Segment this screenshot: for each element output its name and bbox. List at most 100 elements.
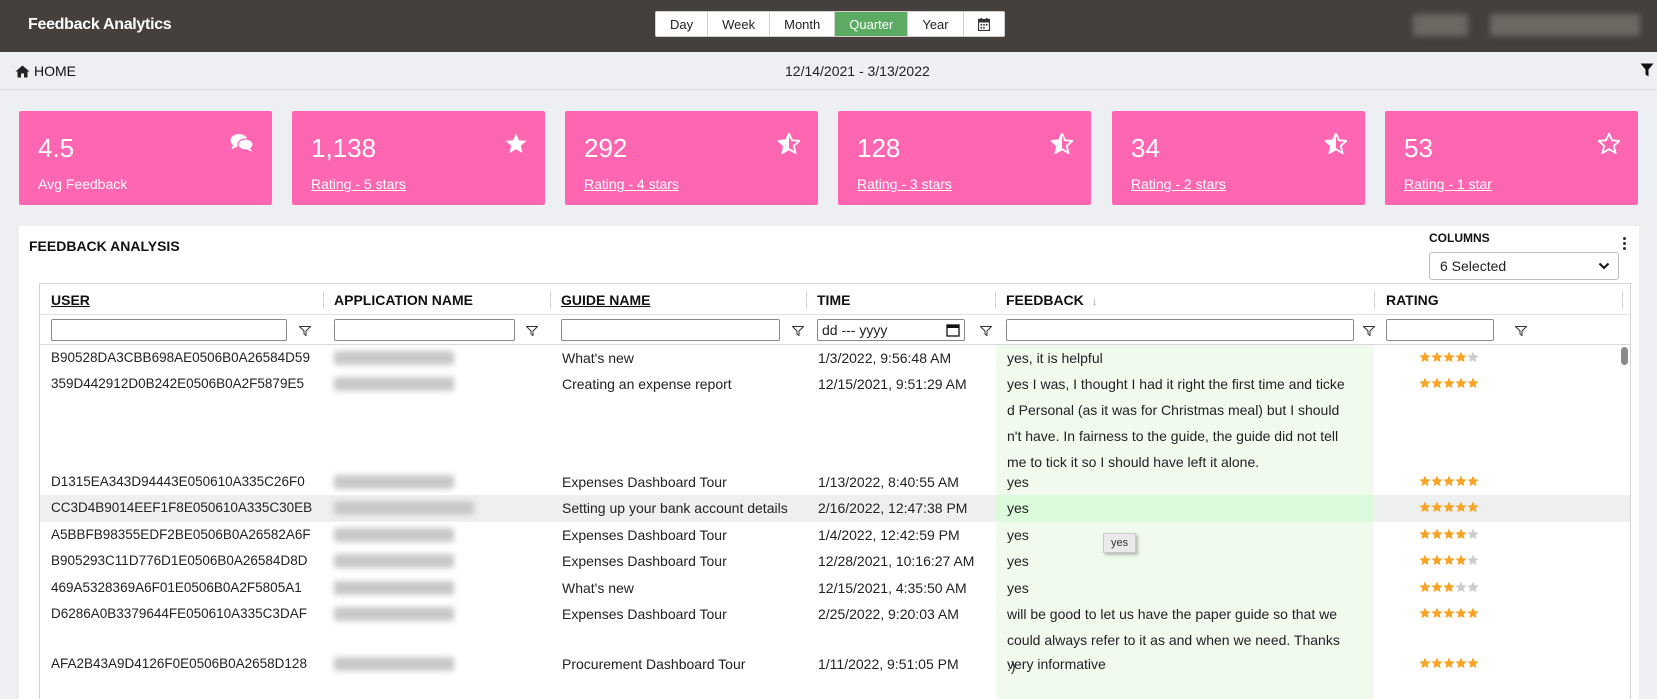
- user-name[interactable]: [1490, 14, 1640, 36]
- user-cell: D1315EA343D94443E050610A335C26F0: [51, 474, 305, 489]
- star-filled-icon: [1443, 554, 1455, 566]
- time-filter-input[interactable]: dd --- yyyy: [817, 319, 965, 341]
- tooltip: yes: [1103, 533, 1137, 553]
- home-icon: [15, 65, 30, 77]
- comments-icon: [230, 133, 254, 156]
- header-user[interactable]: USER: [51, 292, 90, 308]
- star-filled-icon: [1431, 528, 1443, 540]
- star-full-icon: [505, 133, 527, 157]
- feedback-filter-button[interactable]: [1362, 323, 1376, 339]
- header-feedback-label: FEEDBACK: [1006, 292, 1084, 308]
- period-year-button[interactable]: Year: [908, 12, 964, 36]
- table-row[interactable]: CC3D4B9014EEF1F8E050610A335C30EB Setting …: [40, 495, 1630, 522]
- card-link[interactable]: Rating - 3 stars: [857, 176, 952, 192]
- date-range: 12/14/2021 - 3/13/2022: [785, 63, 930, 79]
- user-filter-button[interactable]: [298, 323, 312, 339]
- table-row[interactable]: 469A5328369A6F01E0506B0A2F5805A1 What's n…: [40, 575, 1630, 601]
- application-name-cell: [334, 351, 454, 365]
- time-cell: 1/11/2022, 9:51:05 PM: [818, 656, 959, 672]
- application-filter-input[interactable]: [334, 319, 515, 341]
- user-cell: CC3D4B9014EEF1F8E050610A335C30EB: [51, 500, 313, 515]
- period-quarter-button[interactable]: Quarter: [835, 12, 909, 36]
- user-filter-input[interactable]: [51, 319, 287, 341]
- star-filled-icon: [1443, 607, 1455, 619]
- feedback-cell: yes: [1007, 474, 1029, 490]
- table-row[interactable]: B90528DA3CBB698AE0506B0A26584D59 What's n…: [40, 345, 1630, 371]
- card-rating-2: 34 Rating - 2 stars: [1112, 111, 1365, 205]
- feedback-filter-input[interactable]: [1006, 319, 1354, 341]
- header-guide-name[interactable]: GUIDE NAME: [561, 292, 650, 308]
- star-filled-icon: [1467, 501, 1479, 513]
- sort-desc-icon: ↓: [1091, 294, 1098, 308]
- star-filled-icon: [1431, 377, 1443, 389]
- guide-name-cell: Expenses Dashboard Tour: [562, 527, 727, 543]
- home-link[interactable]: HOME: [15, 63, 76, 79]
- feedback-analysis-panel: FEEDBACK ANALYSIS COLUMNS 6 Selected USE…: [19, 226, 1639, 699]
- columns-select[interactable]: 6 Selected: [1429, 252, 1619, 280]
- card-value: 34: [1131, 133, 1160, 163]
- star-filled-icon: [1467, 607, 1479, 619]
- time-cell: 1/13/2022, 8:40:55 AM: [818, 474, 959, 490]
- star-filled-icon: [1443, 475, 1455, 487]
- rating-cell: [1419, 528, 1479, 540]
- card-value: 53: [1404, 133, 1433, 163]
- chevron-down-icon: [1598, 262, 1610, 270]
- table-row[interactable]: 359D442912D0B242E0506B0A2F5879E5 Creating…: [40, 371, 1630, 470]
- card-link[interactable]: Rating - 2 stars: [1131, 176, 1226, 192]
- filter-icon: [1640, 63, 1654, 77]
- guide-name-cell: Expenses Dashboard Tour: [562, 553, 727, 569]
- card-value: 292: [584, 133, 628, 163]
- table-row[interactable]: A5BBFB98355EDF2BE0506B0A26582A6F Expenses…: [40, 522, 1630, 548]
- filter-icon: [979, 326, 993, 337]
- guide-name-cell: What's new: [562, 350, 634, 366]
- application-name-cell: [334, 377, 454, 391]
- star-filled-icon: [1455, 607, 1467, 619]
- star-filled-icon: [1455, 657, 1467, 669]
- time-cell: 12/15/2021, 9:51:29 AM: [818, 376, 967, 392]
- card-link[interactable]: Rating - 1 star: [1404, 176, 1492, 192]
- more-options-icon[interactable]: [1619, 236, 1629, 254]
- user-cell: AFA2B43A9D4126F0E0506B0A2658D128: [51, 656, 307, 671]
- filter-icon: [525, 326, 539, 337]
- table-row[interactable]: D6286A0B3379644FE050610A335C3DAF Expenses…: [40, 601, 1630, 674]
- star-filled-icon: [1419, 528, 1431, 540]
- rating-filter-input[interactable]: [1386, 319, 1494, 341]
- feedback-cell: very informative: [1007, 656, 1106, 672]
- table-row[interactable]: D1315EA343D94443E050610A335C26F0 Expenses…: [40, 469, 1630, 495]
- period-month-button[interactable]: Month: [770, 12, 836, 36]
- star-filled-icon: [1455, 377, 1467, 389]
- table-row[interactable]: B905293C11D776D1E0506B0A26584D8D Expenses…: [40, 548, 1630, 575]
- user-avatar[interactable]: [1413, 14, 1468, 36]
- application-name-cell: [334, 607, 454, 621]
- time-filter-button[interactable]: [979, 323, 993, 339]
- filter-button[interactable]: [1640, 63, 1654, 80]
- card-rating-5: 1,138 Rating - 5 stars: [292, 111, 545, 205]
- calendar-icon: [977, 17, 990, 31]
- table-header: USER APPLICATION NAME GUIDE NAME TIME FE…: [40, 283, 1630, 315]
- star-half-icon: [776, 131, 802, 157]
- guide-filter-button[interactable]: [791, 323, 805, 339]
- card-link[interactable]: Rating - 4 stars: [584, 176, 679, 192]
- app-title: Feedback Analytics: [28, 16, 172, 33]
- feedback-cell: yes: [1007, 553, 1029, 569]
- application-filter-button[interactable]: [525, 323, 539, 339]
- star-filled-icon: [1455, 351, 1467, 363]
- rating-cell: [1419, 581, 1479, 593]
- period-week-button[interactable]: Week: [708, 12, 771, 36]
- star-filled-icon: [1443, 501, 1455, 513]
- guide-name-cell: What's new: [562, 580, 634, 596]
- rating-filter-button[interactable]: [1514, 323, 1528, 339]
- star-filled-icon: [1443, 657, 1455, 669]
- guide-filter-input[interactable]: [561, 319, 780, 341]
- star-filled-icon: [1455, 528, 1467, 540]
- star-filled-icon: [1455, 554, 1467, 566]
- star-filled-icon: [1419, 607, 1431, 619]
- rating-cell: [1419, 607, 1479, 619]
- card-link[interactable]: Rating - 5 stars: [311, 176, 406, 192]
- calendar-button[interactable]: [963, 12, 1004, 36]
- header-time: TIME: [817, 292, 851, 308]
- table-row[interactable]: AFA2B43A9D4126F0E0506B0A2658D128 Procurem…: [40, 651, 1630, 699]
- application-name-cell: [334, 657, 454, 671]
- header-feedback[interactable]: FEEDBACK ↓: [1006, 292, 1098, 308]
- period-day-button[interactable]: Day: [656, 12, 709, 36]
